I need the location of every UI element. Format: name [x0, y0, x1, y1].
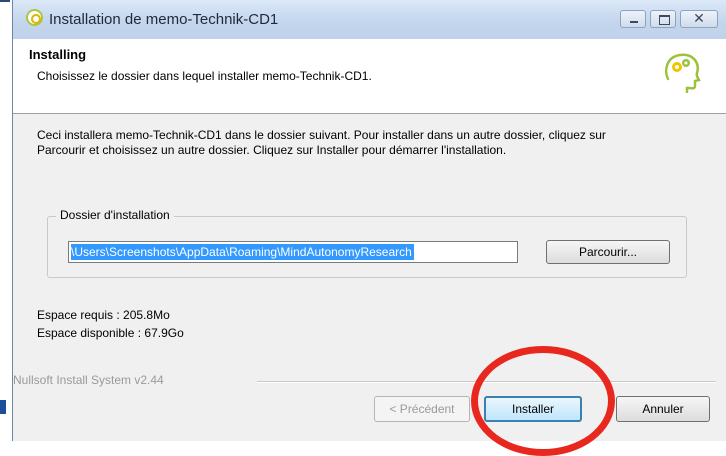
app-icon[interactable] — [26, 9, 43, 26]
page-header: Installing Choisissez le dossier dans le… — [13, 39, 726, 114]
maximize-button[interactable] — [650, 10, 676, 28]
annotation-circle — [471, 346, 615, 456]
close-button[interactable]: ✕ — [680, 10, 718, 28]
space-required: Espace requis : 205.8Mo — [37, 308, 170, 322]
install-description: Ceci installera memo-Technik-CD1 dans le… — [37, 128, 606, 157]
page-title: Installing — [29, 47, 87, 62]
window-controls: ✕ — [620, 10, 718, 28]
install-path-value: \Users\Screenshots\AppData\Roaming\MindA… — [71, 244, 414, 260]
minimize-icon — [630, 21, 638, 23]
disk-space-info: Espace requis : 205.8Mo Espace disponibl… — [37, 306, 184, 342]
previous-button[interactable]: < Précédent — [374, 396, 470, 422]
head-gears-logo-icon — [664, 53, 701, 93]
page-subtitle: Choisissez le dossier dans lequel instal… — [37, 69, 372, 83]
close-icon: ✕ — [693, 10, 705, 26]
desktop-edge-marker — [0, 400, 6, 414]
install-folder-group: Dossier d'installation \Users\Screenshot… — [47, 208, 687, 278]
maximize-icon — [659, 15, 670, 25]
space-available: Espace disponible : 67.9Go — [37, 326, 184, 340]
installer-window: Installation de memo-Technik-CD1 ✕ Insta… — [12, 0, 726, 456]
nsis-branding: Nullsoft Install System v2.44 — [13, 373, 164, 387]
browse-button[interactable]: Parcourir... — [546, 240, 670, 264]
install-path-input[interactable]: \Users\Screenshots\AppData\Roaming\MindA… — [68, 241, 518, 263]
minimize-button[interactable] — [620, 10, 646, 28]
install-folder-label: Dossier d'installation — [56, 208, 174, 222]
title-bar[interactable]: Installation de memo-Technik-CD1 ✕ — [13, 0, 726, 40]
window-title: Installation de memo-Technik-CD1 — [49, 11, 279, 28]
cancel-button[interactable]: Annuler — [616, 396, 710, 422]
desktop-edge — [0, 0, 10, 8]
